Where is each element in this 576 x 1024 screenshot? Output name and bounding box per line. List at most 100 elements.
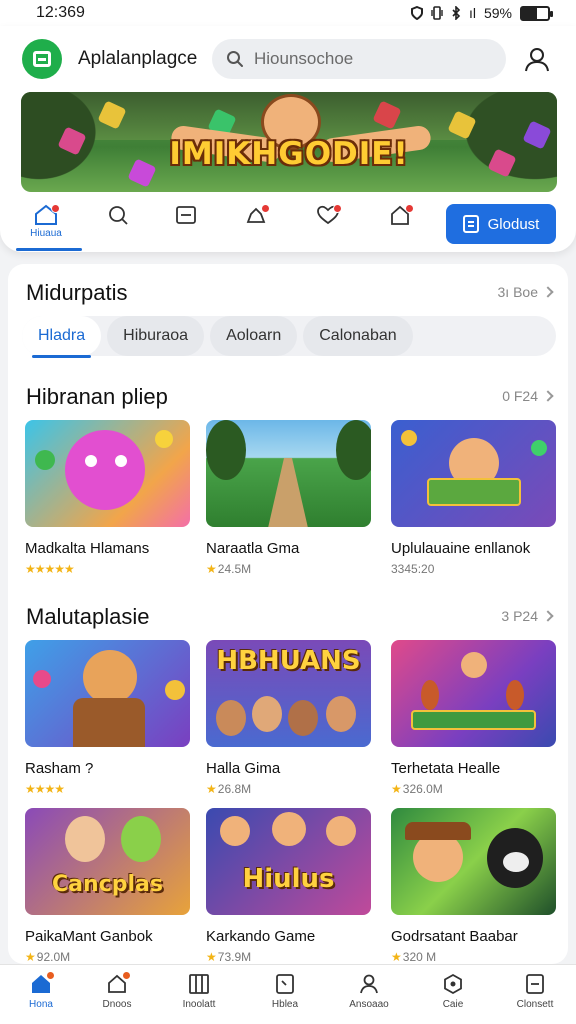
game-thumbnail: Cancplas <box>25 808 190 915</box>
app-title: Aplalanplagce <box>78 48 198 69</box>
nav-alerts[interactable] <box>236 204 276 246</box>
game-thumbnail <box>391 420 556 527</box>
tab-2[interactable]: Aoloarn <box>210 316 298 356</box>
search-bar[interactable] <box>212 39 506 79</box>
game-card[interactable]: Cancplas PaikaMant Ganbok ★ 92.0M <box>25 808 190 964</box>
bottom-nav-games[interactable]: Caie <box>418 973 488 1010</box>
card-title: Halla Gima <box>206 760 281 777</box>
search-icon <box>227 51 243 67</box>
header-card: Aplalanplagce IMIKHGODIE! Hiuaua <box>0 26 576 252</box>
game-thumbnail: Hiulus <box>206 808 371 915</box>
bottom-nav-label: Inoolatt <box>182 999 216 1010</box>
section-title-1: Midurpatis <box>26 280 128 305</box>
rating-stars: ★★★★★ <box>25 562 75 576</box>
card-title: Madkalta Hlamans <box>25 540 150 557</box>
tab-0[interactable]: Hladra <box>22 316 102 358</box>
bottom-nav-library[interactable]: Inoolatt <box>164 973 234 1010</box>
notification-badge <box>46 971 55 980</box>
library-icon <box>189 974 209 994</box>
game-thumbnail <box>25 420 190 527</box>
cta-button[interactable]: Glodust <box>446 204 556 244</box>
category-nav: Hiuaua Glodust <box>16 204 560 251</box>
game-card[interactable]: Madkalta Hlamans ★★★★★ <box>25 420 190 576</box>
rating-stars: ★ <box>391 950 402 964</box>
rating-stars: ★ <box>206 950 217 964</box>
search-input[interactable] <box>254 49 484 69</box>
chevron-right-icon <box>542 390 554 402</box>
filter-tabs: Hladra Hiburaoa Aoloarn Calonaban <box>22 316 556 358</box>
hexagon-icon <box>444 973 462 995</box>
game-thumbnail <box>391 640 556 747</box>
profile-button[interactable] <box>520 42 554 76</box>
card-meta: ★ 73.9M <box>206 950 252 964</box>
card-meta: ★★★★★ <box>25 562 190 576</box>
card-meta: ★ 320 M <box>391 950 437 964</box>
card-meta: 3345:20 <box>391 562 435 576</box>
game-card[interactable]: Terhetata Healle ★ 326.0M <box>391 640 556 796</box>
bluetooth-icon <box>452 6 461 20</box>
nav-updates[interactable] <box>380 204 420 246</box>
notification-badge <box>261 204 270 213</box>
bottom-nav-label: Hona <box>29 999 53 1010</box>
chevron-right-icon <box>542 286 554 298</box>
nav-active-indicator <box>16 248 82 251</box>
library-icon <box>176 206 196 224</box>
see-all-link-1[interactable]: 3ı Boe <box>497 284 554 300</box>
notification-badge <box>405 204 414 213</box>
see-all-label: 0 F24 <box>502 388 538 404</box>
nav-home[interactable]: Hiuaua <box>26 204 66 246</box>
section-title-2: Hibranan pliep <box>26 384 168 409</box>
card-title: Naraatla Gma <box>206 540 300 557</box>
game-card[interactable]: HBHUANS Halla Gima ★ 26.8M <box>206 640 371 796</box>
bottom-nav-updates[interactable]: Dnoos <box>82 971 152 1010</box>
card-title: Rasham ? <box>25 760 94 777</box>
rating-stars: ★ <box>206 782 217 796</box>
bottom-nav-books[interactable]: Hblea <box>250 973 320 1010</box>
vpn-icon <box>410 6 423 20</box>
card-title: Karkando Game <box>206 928 316 945</box>
game-card[interactable]: Naraatla Gma ★ 24.5M <box>206 420 371 576</box>
game-card[interactable]: Hiulus Karkando Game ★ 73.9M <box>206 808 371 964</box>
card-meta: ★ 24.5M <box>206 562 252 576</box>
rating-stars: ★ <box>391 782 402 796</box>
see-all-label: 3ı Boe <box>497 284 538 300</box>
section-title-3: Malutaplasie <box>26 604 150 629</box>
status-bar: 12:369 ıl 59% <box>0 0 576 26</box>
user-icon <box>525 48 549 72</box>
tab-3[interactable]: Calonaban <box>303 316 413 356</box>
document-icon <box>526 974 544 994</box>
nav-search[interactable] <box>98 204 138 246</box>
bottom-nav-more[interactable]: Clonsett <box>500 973 570 1010</box>
nav-wishlist[interactable] <box>308 204 348 246</box>
see-all-link-2[interactable]: 0 F24 <box>502 388 554 404</box>
game-thumbnail <box>391 808 556 915</box>
game-card[interactable]: Godrsatant Baabar ★ 320 M <box>391 808 556 964</box>
status-icons: ıl 59% <box>410 5 553 21</box>
card-meta: ★ 92.0M <box>25 950 71 964</box>
bottom-nav-label: Caie <box>442 999 464 1010</box>
app-logo-icon[interactable] <box>22 39 62 79</box>
tab-1[interactable]: Hiburaoa <box>107 316 205 356</box>
person-icon <box>360 974 378 994</box>
card-meta: ★★★★ <box>25 782 190 796</box>
book-icon <box>276 974 294 994</box>
game-thumbnail: HBHUANS <box>206 640 371 747</box>
bottom-nav-home[interactable]: Hona <box>6 971 76 1010</box>
game-card[interactable]: Rasham ? ★★★★ <box>25 640 190 796</box>
rating-stars: ★ <box>206 562 217 576</box>
notification-badge <box>122 971 131 980</box>
card-title: Terhetata Healle <box>391 760 501 777</box>
see-all-link-3[interactable]: 3 P24 <box>501 608 554 624</box>
card-title: Godrsatant Baabar <box>391 928 518 945</box>
bottom-nav-label: Ansoaao <box>349 999 389 1010</box>
promo-banner[interactable]: IMIKHGODIE! <box>21 92 557 192</box>
game-card[interactable]: Uplulauaine enllanok 3345:20 <box>391 420 556 576</box>
card-title: PaikaMant Ganbok <box>25 928 153 945</box>
card-meta: ★ 26.8M <box>206 782 252 796</box>
nav-library[interactable] <box>166 204 206 246</box>
thumbnail-logo: Hiulus <box>242 864 335 894</box>
bottom-nav-account[interactable]: Ansoaao <box>334 973 404 1010</box>
thumbnail-logo: Cancplas <box>52 872 163 897</box>
notification-badge <box>333 204 342 213</box>
signal-icon: ıl <box>468 5 476 21</box>
